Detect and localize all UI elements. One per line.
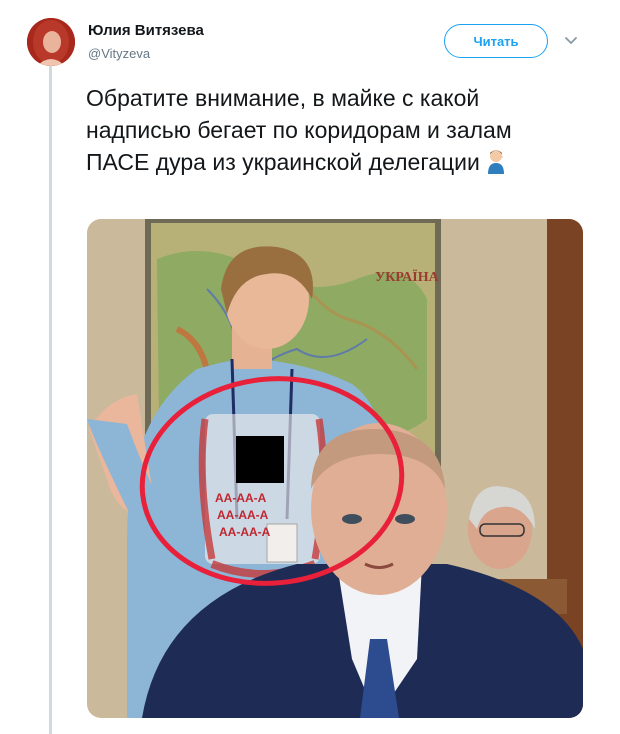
avatar[interactable]: [27, 18, 75, 66]
thread-line: [49, 66, 52, 734]
shirt-text-line: АА-АА-А: [217, 508, 269, 522]
shirt-text-line: АА-АА-А: [219, 525, 271, 539]
man-facepalming-emoji-icon: [487, 150, 504, 174]
chevron-down-icon[interactable]: [564, 34, 578, 48]
shirt-text-line: АА-АА-А: [215, 491, 267, 505]
censor-box: [236, 436, 284, 483]
author-name[interactable]: Юлия Витязева: [88, 22, 204, 39]
map-title: УКРАЇНА: [375, 269, 440, 285]
tweet-body: Обратите внимание, в майке с какой надпи…: [86, 85, 512, 175]
follow-button[interactable]: Читать: [444, 24, 548, 58]
tweet-text: Обратите внимание, в майке с какой надпи…: [86, 82, 566, 178]
tweet-photo[interactable]: УКРАЇНА АА-АА-А АА-АА-А АА-АА-А: [87, 219, 583, 718]
author-handle[interactable]: @Vityzeva: [88, 46, 150, 61]
